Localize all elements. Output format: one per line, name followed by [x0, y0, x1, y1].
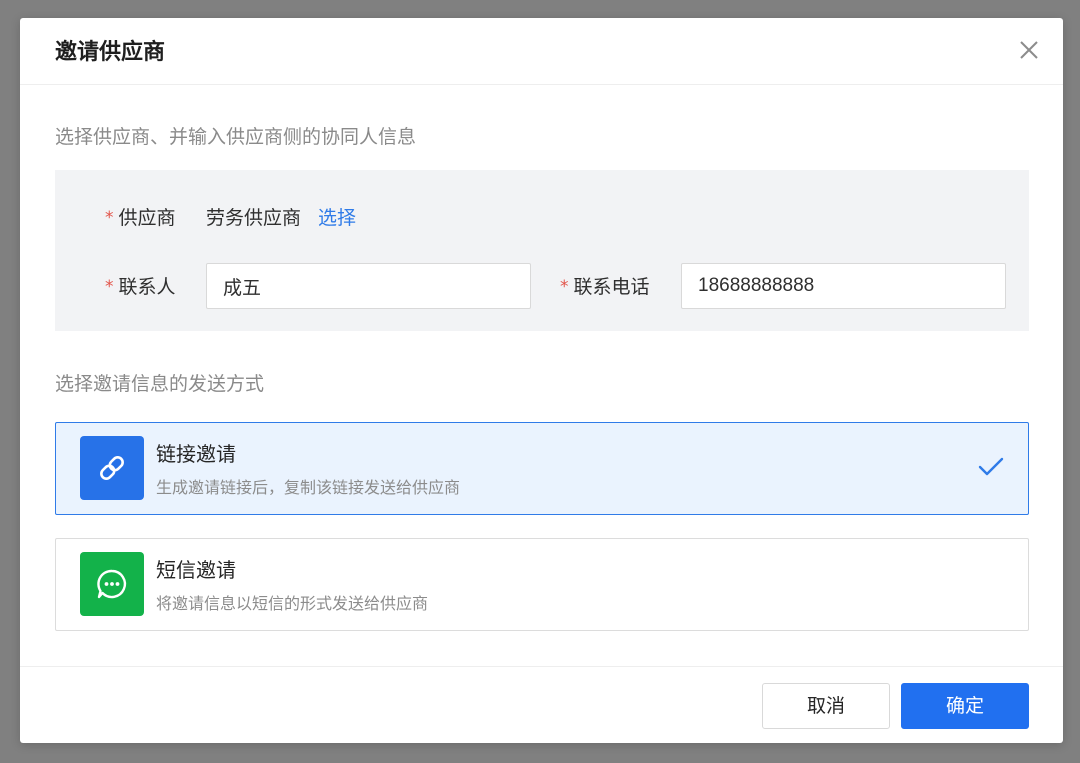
supplier-form-panel: *供应商 劳务供应商 选择 *联系人 *联系电话 [55, 170, 1029, 331]
option-description: 生成邀请链接后，复制该链接发送给供应商 [156, 478, 461, 497]
option-title: 短信邀请 [156, 558, 236, 582]
required-mark: * [105, 208, 114, 228]
phone-label: * 联系电话 [560, 274, 650, 301]
contact-label-text: 联系人 [118, 276, 176, 298]
required-mark: * [105, 277, 114, 297]
phone-label-text: 联系电话 [573, 276, 650, 298]
select-supplier-link[interactable]: 选择 [318, 205, 356, 231]
sms-icon-tile [80, 552, 144, 616]
phone-input[interactable] [681, 263, 1006, 309]
supplier-value: 劳务供应商 [206, 207, 302, 229]
check-icon [978, 457, 1004, 476]
dialog-title: 邀请供应商 [55, 40, 166, 65]
close-button[interactable] [1017, 38, 1041, 62]
contact-name-input[interactable] [206, 263, 531, 309]
sms-invite-option[interactable]: 短信邀请 将邀请信息以短信的形式发送给供应商 [55, 538, 1029, 631]
dialog-header: 邀请供应商 [20, 18, 1063, 85]
link-icon [100, 456, 124, 480]
close-icon [1020, 41, 1038, 59]
option-description: 将邀请信息以短信的形式发送给供应商 [156, 594, 429, 613]
confirm-button[interactable]: 确定 [901, 683, 1029, 729]
supplier-section-hint: 选择供应商、并输入供应商侧的协同人信息 [55, 126, 417, 148]
send-method-hint: 选择邀请信息的发送方式 [55, 373, 265, 395]
chat-bubble-icon [97, 569, 127, 599]
cancel-button[interactable]: 取消 [762, 683, 890, 729]
dialog-footer: 取消 确定 [20, 666, 1063, 743]
link-invite-option[interactable]: 链接邀请 生成邀请链接后，复制该链接发送给供应商 [55, 422, 1029, 515]
invite-supplier-dialog: 邀请供应商 选择供应商、并输入供应商侧的协同人信息 * 供应商 劳务供应商 选择 … [20, 18, 1063, 743]
supplier-label: * 供应商 [105, 205, 176, 232]
contact-label: * 联系人 [105, 274, 176, 301]
required-mark: * [560, 277, 569, 297]
link-icon-tile [80, 436, 144, 500]
option-title: 链接邀请 [156, 442, 236, 466]
supplier-label-text: 供应商 [118, 207, 176, 229]
